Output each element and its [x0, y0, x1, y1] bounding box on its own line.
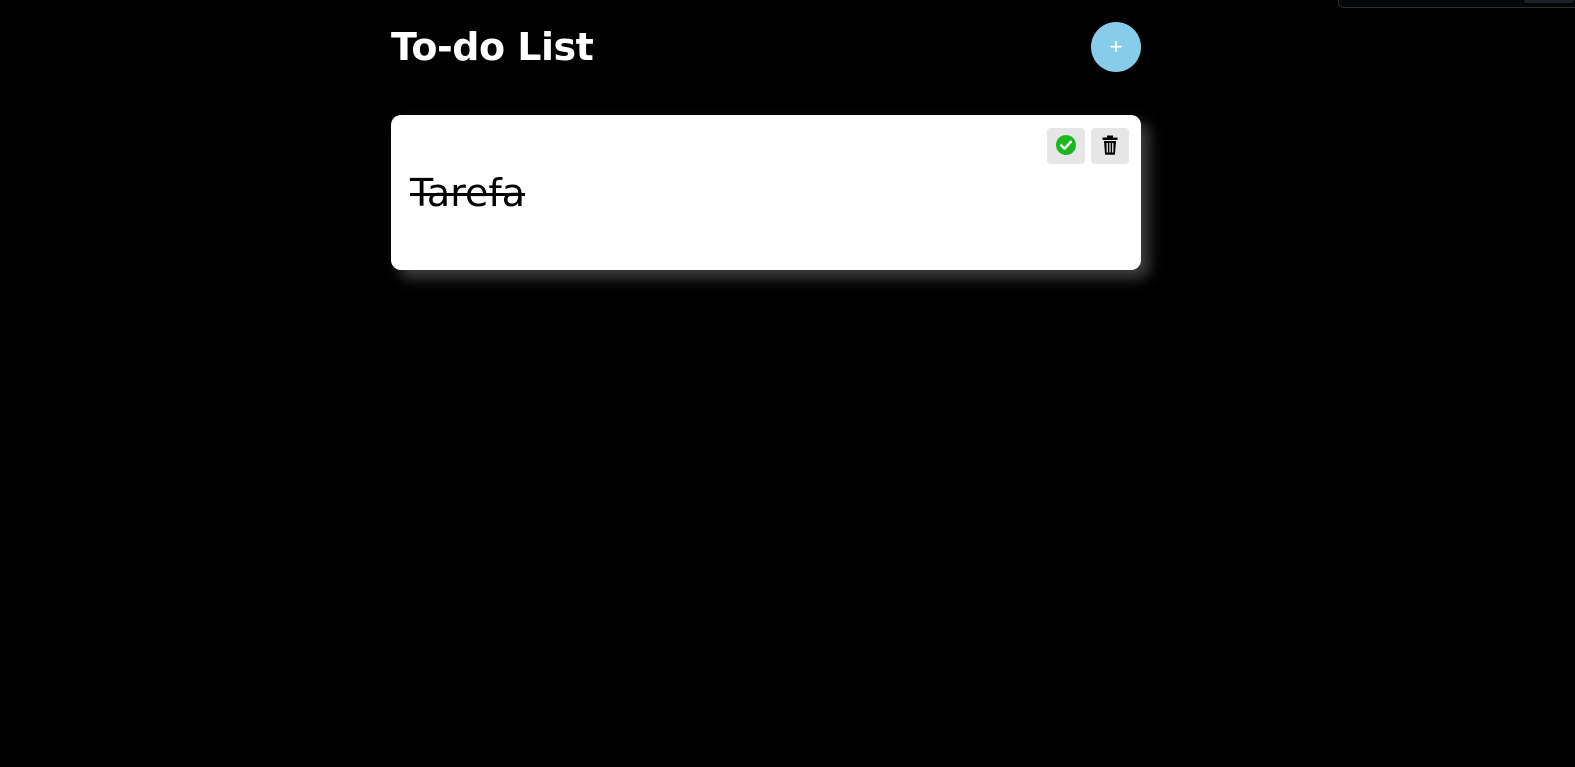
- plus-icon: +: [1109, 34, 1123, 59]
- check-circle-icon: [1056, 134, 1076, 158]
- delete-task-button[interactable]: [1091, 128, 1129, 164]
- todo-container: To-do List + Tarefa: [391, 22, 1141, 270]
- trash-icon: [1102, 135, 1118, 158]
- browser-extension-bar: [1338, 0, 1575, 8]
- task-text: Tarefa: [410, 171, 526, 215]
- add-task-button[interactable]: +: [1091, 22, 1141, 72]
- header: To-do List +: [391, 22, 1141, 72]
- task-actions: [1047, 128, 1129, 164]
- task-card: Tarefa: [391, 115, 1141, 270]
- complete-task-button[interactable]: [1047, 128, 1085, 164]
- page-title: To-do List: [391, 25, 594, 69]
